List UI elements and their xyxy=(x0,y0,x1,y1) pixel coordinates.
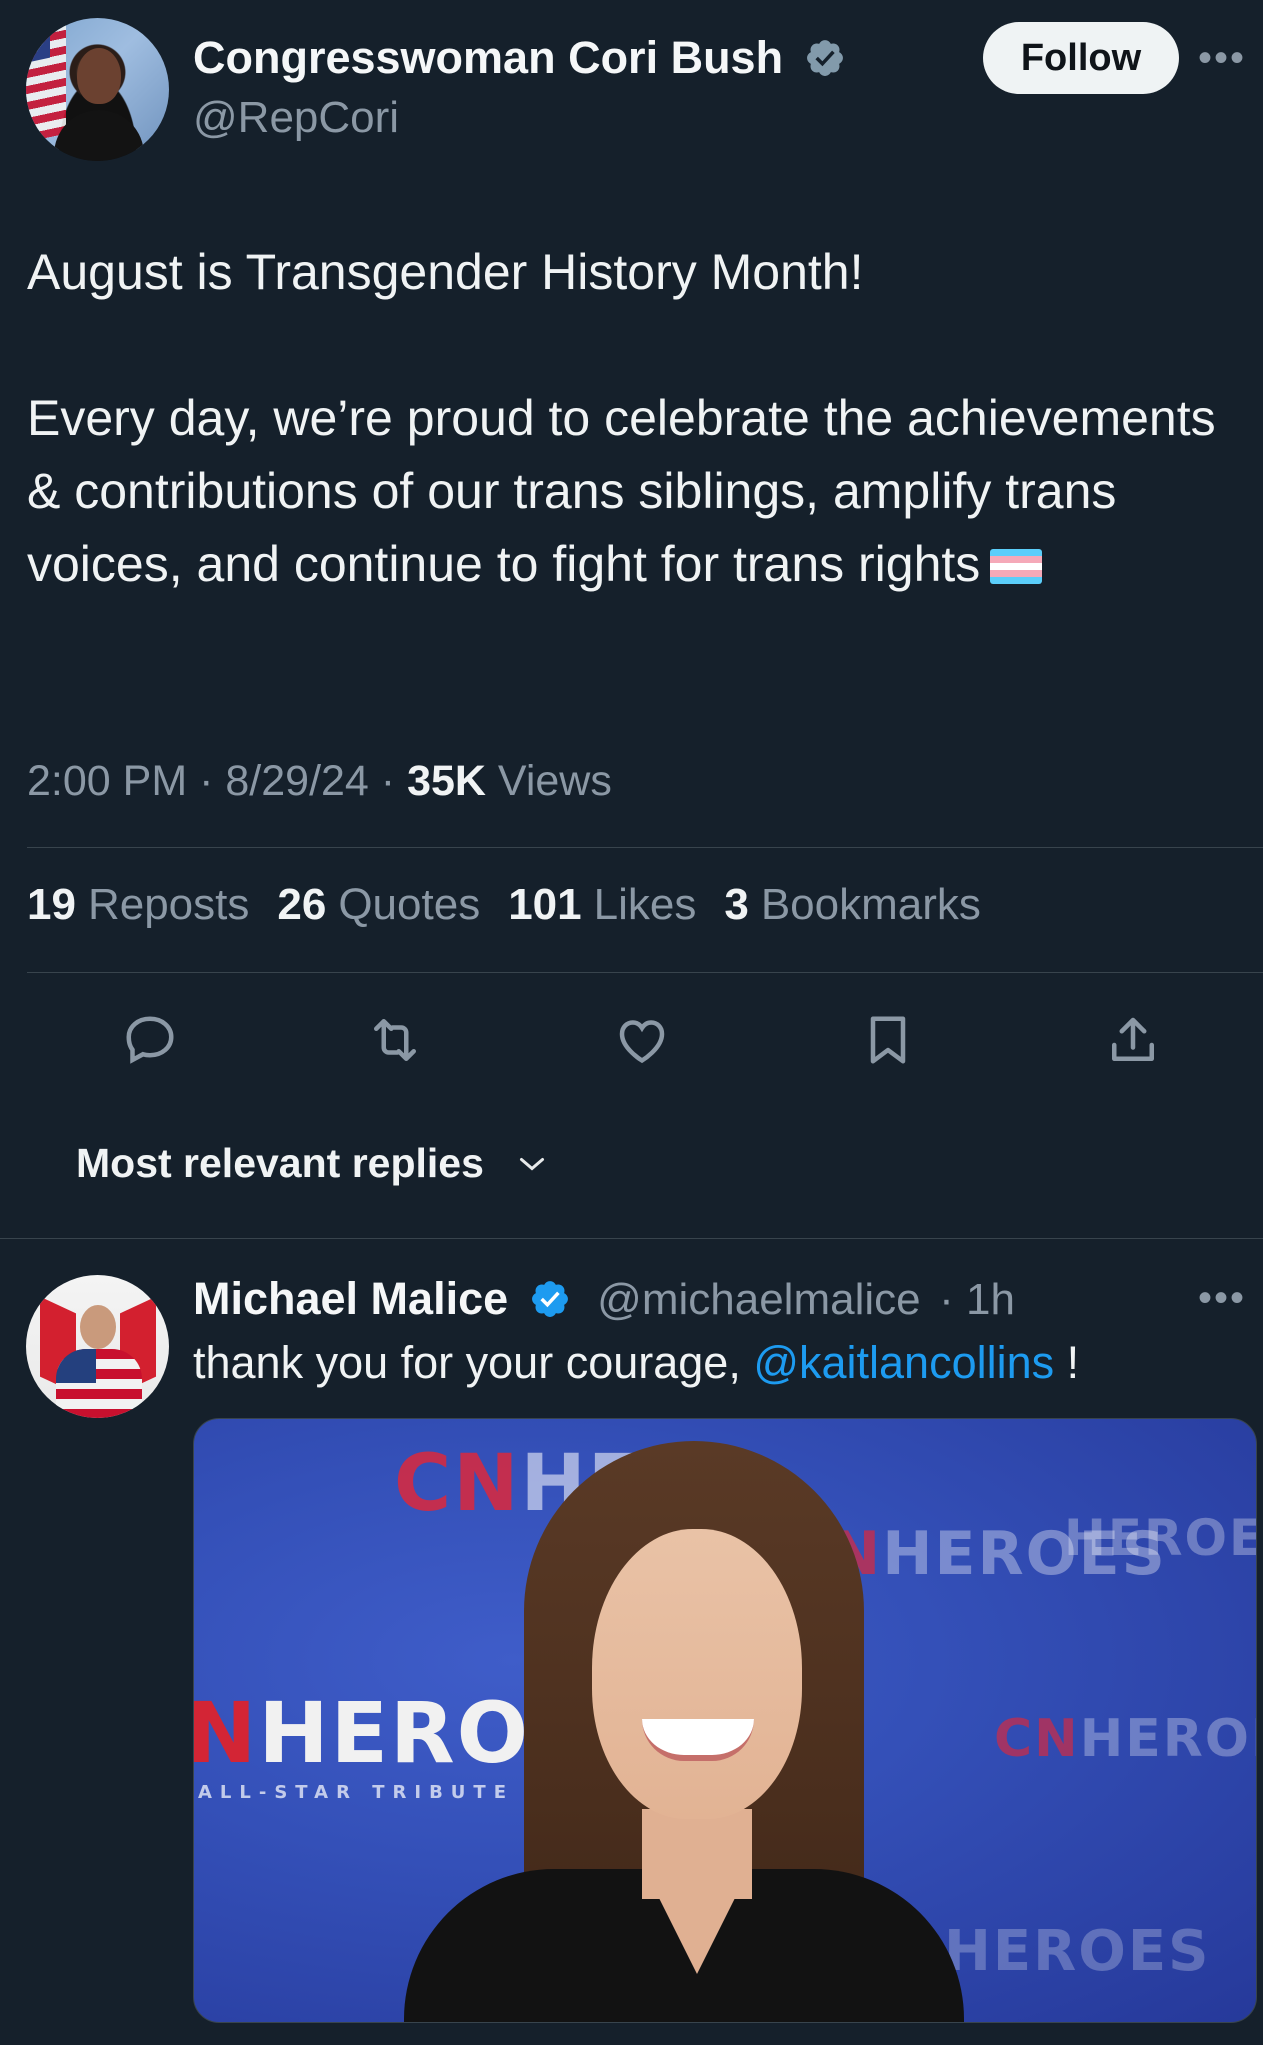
tweet-date[interactable]: 8/29/24 xyxy=(225,757,368,805)
like-icon[interactable] xyxy=(612,1010,672,1070)
more-options-icon[interactable]: ••• xyxy=(1198,38,1246,78)
reply-text-end: ! xyxy=(1054,1337,1080,1388)
stat-count: 26 xyxy=(277,880,327,929)
backdrop-logo: HEROES xyxy=(1064,1509,1256,1567)
replies-sort-dropdown[interactable]: Most relevant replies xyxy=(76,1140,550,1187)
reply-text-start: thank you for your courage, xyxy=(193,1337,754,1388)
divider xyxy=(27,847,1263,848)
avatar-face xyxy=(77,48,121,104)
stat-label: Reposts xyxy=(87,880,250,929)
reply-more-options-icon[interactable]: ••• xyxy=(1198,1278,1246,1318)
backdrop-logo: CNHEROES xyxy=(994,1709,1256,1769)
reply-time[interactable]: · 1h xyxy=(939,1275,1015,1324)
replies-sort-label: Most relevant replies xyxy=(76,1140,484,1186)
stat-likes[interactable]: 101 Likes xyxy=(508,880,696,930)
author-name-text: Congresswoman Cori Bush xyxy=(193,32,784,83)
stat-count: 19 xyxy=(27,880,76,929)
tweet-text-line1: August is Transgender History Month! xyxy=(27,244,864,300)
divider xyxy=(27,972,1263,973)
stat-bookmarks[interactable]: 3 Bookmarks xyxy=(724,880,981,930)
meta-separator: · xyxy=(380,757,396,805)
reply-header: Michael Malice @michaelmalice · 1h xyxy=(193,1273,1015,1325)
banner-prefix: N xyxy=(193,1684,259,1782)
backdrop-logo: HEROES xyxy=(944,1919,1211,1984)
mention-link[interactable]: @kaitlancollins xyxy=(753,1337,1054,1388)
author-avatar[interactable] xyxy=(26,18,169,161)
tweet-text-paragraph: Every day, we’re proud to celebrate the … xyxy=(27,382,1257,601)
photo-subject-face xyxy=(592,1529,802,1819)
stat-label: Bookmarks xyxy=(760,880,981,929)
divider xyxy=(0,1238,1263,1239)
meta-separator: · xyxy=(199,757,214,805)
photo-subject-neck xyxy=(642,1809,752,1899)
stat-count: 3 xyxy=(724,880,749,929)
tweet-meta: 2:00 PM · 8/29/24 · 35K Views xyxy=(27,757,612,806)
views-label: Views xyxy=(497,757,612,805)
transgender-flag-icon xyxy=(990,549,1043,584)
chevron-down-icon xyxy=(519,1157,544,1170)
reply-author-avatar[interactable] xyxy=(26,1275,169,1418)
reply-media-image[interactable]: CNHEROES HEROES CNHEROES HEROES CNHERO N… xyxy=(193,1418,1257,2023)
engagement-stats: 19 Reposts 26 Quotes 101 Likes 3 Bookmarks xyxy=(27,880,981,930)
reply-author-handle[interactable]: @michaelmalice xyxy=(597,1275,920,1324)
bookmark-icon[interactable] xyxy=(858,1010,918,1070)
gray-verified-badge-icon xyxy=(806,40,843,76)
stat-label: Quotes xyxy=(338,880,481,929)
reply-author-name[interactable]: Michael Malice xyxy=(193,1273,508,1324)
reply-text: thank you for your courage, @kaitlancoll… xyxy=(193,1337,1079,1389)
share-icon[interactable] xyxy=(1103,1010,1163,1070)
avatar-face xyxy=(80,1305,116,1349)
tweet-time[interactable]: 2:00 PM xyxy=(27,757,187,805)
reply-icon[interactable] xyxy=(120,1010,180,1070)
follow-button[interactable]: Follow xyxy=(983,22,1179,94)
stat-reposts[interactable]: 19 Reposts xyxy=(27,880,249,930)
author-handle[interactable]: @RepCori xyxy=(193,93,399,143)
blue-verified-badge-icon xyxy=(531,1281,568,1317)
author-name[interactable]: Congresswoman Cori Bush xyxy=(193,32,846,84)
avatar-body xyxy=(54,110,144,161)
stat-quotes[interactable]: 26 Quotes xyxy=(277,880,480,930)
tweet-text: August is Transgender History Month! Eve… xyxy=(27,236,1257,601)
flag-canton xyxy=(28,29,50,63)
views-count: 35K xyxy=(407,757,486,805)
stat-count: 101 xyxy=(508,880,582,929)
stat-label: Likes xyxy=(593,880,697,929)
repost-icon[interactable] xyxy=(365,1010,425,1070)
